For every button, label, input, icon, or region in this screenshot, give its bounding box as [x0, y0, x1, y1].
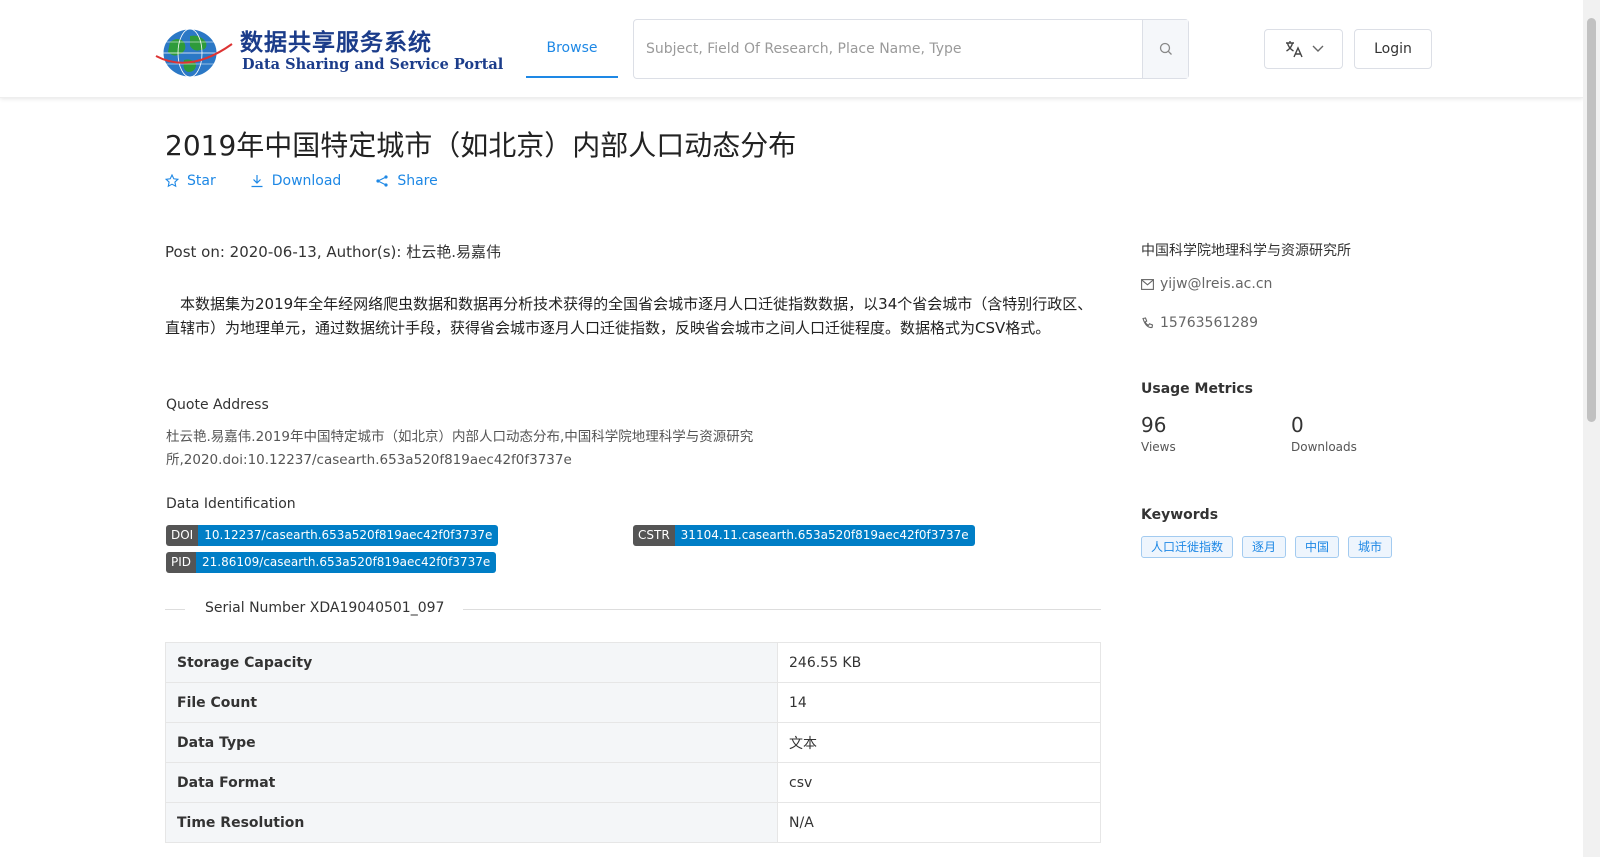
translate-icon — [1285, 41, 1303, 58]
contact-email[interactable]: yijw@lreis.ac.cn — [1141, 276, 1272, 292]
keyword-tag[interactable]: 人口迁徙指数 — [1141, 536, 1234, 558]
star-button[interactable]: Star — [165, 173, 216, 189]
pid-badge-key: PID — [166, 552, 197, 573]
quote-address-label: Quote Address — [166, 397, 269, 413]
post-info: Post on: 2020-06-13, Author(s): 杜云艳.易嘉伟 — [165, 243, 501, 261]
organization-name: 中国科学院地理科学与资源研究所 — [1141, 243, 1351, 259]
top-header: 数据共享服务系统 Data Sharing and Service Portal… — [0, 0, 1583, 98]
download-button[interactable]: Download — [250, 173, 342, 189]
language-selector[interactable] — [1264, 29, 1343, 69]
phone-icon — [1142, 316, 1154, 328]
metadata-key: Storage Capacity — [165, 642, 778, 683]
pid-badge[interactable]: PID 21.86109/casearth.653a520f819aec42f0… — [166, 552, 497, 573]
keyword-tag[interactable]: 中国 — [1295, 536, 1340, 558]
table-row: File Count 14 — [165, 682, 1101, 723]
views-count: 96 — [1141, 413, 1167, 437]
metadata-value: 14 — [777, 682, 1101, 723]
downloads-label: Downloads — [1291, 440, 1357, 454]
quote-address-text: 杜云艳.易嘉伟.2019年中国特定城市（如北京）内部人口动态分布,中国科学院地理… — [166, 429, 754, 468]
metadata-value: N/A — [777, 802, 1101, 843]
metadata-value: 246.55 KB — [777, 642, 1101, 683]
views-metric: 96 Views — [1141, 413, 1176, 454]
star-label: Star — [187, 173, 216, 189]
scrollbar-thumb[interactable] — [1587, 18, 1596, 422]
dataset-description: 本数据集为2019年全年经网络爬虫数据和数据再分析技术获得的全国省会城市逐月人口… — [165, 295, 1093, 337]
table-row: Data Format csv — [165, 762, 1101, 803]
phone-text: 15763561289 — [1160, 315, 1258, 331]
search-input[interactable] — [634, 20, 1142, 78]
search-bar — [633, 19, 1189, 79]
table-row: Time Resolution N/A — [165, 802, 1101, 843]
logo-english-name: Data Sharing and Service Portal — [242, 56, 504, 73]
star-icon — [165, 174, 179, 188]
share-button[interactable]: Share — [375, 173, 438, 189]
views-label: Views — [1141, 440, 1176, 454]
pid-badge-value: 21.86109/casearth.653a520f819aec42f0f373… — [196, 552, 497, 573]
contact-phone: 15763561289 — [1141, 315, 1258, 331]
globe-logo-icon — [155, 28, 233, 78]
email-text: yijw@lreis.ac.cn — [1160, 276, 1273, 292]
keyword-list: 人口迁徙指数 逐月 中国 城市 — [1141, 536, 1393, 558]
divider-line — [165, 609, 185, 610]
metadata-key: Data Format — [165, 762, 778, 803]
usage-metrics-title: Usage Metrics — [1141, 381, 1253, 397]
chevron-down-icon — [1312, 45, 1323, 52]
search-button[interactable] — [1142, 20, 1188, 78]
share-icon — [376, 175, 388, 187]
mail-icon — [1141, 278, 1154, 290]
divider-line — [463, 609, 1101, 610]
login-button[interactable]: Login — [1354, 29, 1432, 69]
table-row: Storage Capacity 246.55 KB — [165, 642, 1101, 683]
downloads-count: 0 — [1291, 413, 1304, 437]
doi-badge-key: DOI — [166, 525, 199, 546]
page-scrollbar[interactable] — [1583, 0, 1600, 857]
serial-number: Serial Number XDA19040501_097 — [205, 600, 445, 616]
keyword-tag[interactable]: 逐月 — [1242, 536, 1287, 558]
metadata-key: Time Resolution — [165, 802, 778, 843]
keywords-title: Keywords — [1141, 507, 1219, 523]
nav-browse-tab[interactable]: Browse — [526, 0, 618, 78]
download-icon — [251, 175, 263, 188]
page-title: 2019年中国特定城市（如北京）内部人口动态分布 — [165, 129, 797, 162]
table-row: Data Type 文本 — [165, 722, 1101, 763]
share-label: Share — [397, 173, 438, 189]
doi-badge-value: 10.12237/casearth.653a520f819aec42f0f373… — [198, 525, 499, 546]
download-label: Download — [271, 173, 342, 189]
search-icon — [1159, 42, 1172, 55]
metadata-key: Data Type — [165, 722, 778, 763]
metadata-value: 文本 — [777, 722, 1101, 763]
site-logo[interactable]: 数据共享服务系统 Data Sharing and Service Portal — [154, 22, 503, 78]
downloads-metric: 0 Downloads — [1291, 413, 1357, 454]
serial-number-divider: Serial Number XDA19040501_097 — [165, 600, 1101, 618]
metadata-value: csv — [777, 762, 1101, 803]
cstr-badge-key: CSTR — [633, 525, 675, 546]
doi-badge[interactable]: DOI 10.12237/casearth.653a520f819aec42f0… — [166, 525, 499, 546]
cstr-badge-value: 31104.11.casearth.653a520f819aec42f0f373… — [674, 525, 975, 546]
cstr-badge[interactable]: CSTR 31104.11.casearth.653a520f819aec42f… — [633, 525, 975, 546]
keyword-tag[interactable]: 城市 — [1348, 536, 1393, 558]
metadata-table: Storage Capacity 246.55 KB File Count 14… — [165, 642, 1101, 843]
logo-chinese-name: 数据共享服务系统 — [240, 29, 432, 56]
dataset-actions: Star Download Share — [165, 173, 438, 189]
metadata-key: File Count — [165, 682, 778, 723]
data-identification-label: Data Identification — [166, 496, 296, 512]
